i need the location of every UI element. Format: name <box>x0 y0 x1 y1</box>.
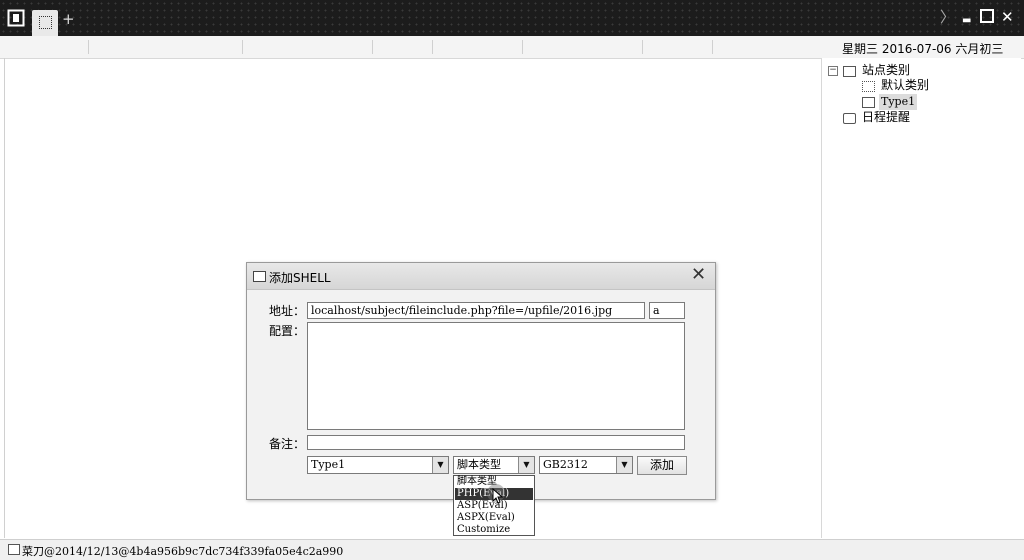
dialog-title-bar[interactable]: 添加SHELL ✕ <box>247 263 715 290</box>
config-textarea[interactable] <box>307 322 685 430</box>
collapse-icon[interactable]: − <box>828 66 838 76</box>
type-icon <box>862 97 875 108</box>
tree-item-default-category[interactable]: 默认类别 <box>881 77 929 93</box>
status-bar: 菜刀@2014/12/13@4b4a956b9c7dc734f339fa05e4… <box>0 539 1024 560</box>
add-shell-dialog: 添加SHELL ✕ 地址： localhost/subject/fileincl… <box>246 262 716 500</box>
tree-item-type1[interactable]: Type1 <box>879 94 918 110</box>
add-button[interactable]: 添加 <box>637 456 687 475</box>
header-divider <box>642 40 643 54</box>
title-bar: + 〉 ▬ ✕ <box>0 0 1024 36</box>
password-input[interactable]: a <box>649 302 685 319</box>
tab-icon <box>39 16 52 29</box>
header-divider <box>88 40 89 54</box>
note-input[interactable] <box>307 435 685 450</box>
config-label: 配置： <box>269 324 306 338</box>
script-type-select-value: 脚本类型 <box>457 458 501 471</box>
header-divider <box>242 40 243 54</box>
maximize-icon[interactable] <box>980 9 994 26</box>
chevron-down-icon[interactable]: ▼ <box>518 457 534 473</box>
address-label: 地址： <box>269 304 306 318</box>
date-display: 星期三 2016-07-06 六月初三 <box>842 42 1004 56</box>
category-select[interactable]: Type1 ▼ <box>307 456 449 474</box>
category-select-value: Type1 <box>311 458 346 471</box>
dialog-icon <box>253 271 266 282</box>
default-category-icon <box>862 81 875 92</box>
header-divider <box>522 40 523 54</box>
note-label: 备注： <box>269 437 306 451</box>
encoding-select-value: GB2312 <box>543 458 588 471</box>
header-divider <box>432 40 433 54</box>
dialog-close-icon[interactable]: ✕ <box>691 266 706 284</box>
script-type-select[interactable]: 脚本类型 ▼ <box>453 456 535 474</box>
folder-icon <box>843 66 856 77</box>
dropdown-option-aspx-eval[interactable]: ASPX(Eval) <box>455 512 533 524</box>
close-icon[interactable]: ✕ <box>1001 9 1014 25</box>
header-divider <box>372 40 373 54</box>
add-tab-icon[interactable]: + <box>62 12 75 27</box>
encoding-select[interactable]: GB2312 ▼ <box>539 456 633 474</box>
header-divider <box>712 40 713 54</box>
minimize-icon[interactable]: ▬ <box>962 13 971 29</box>
status-text: 菜刀@2014/12/13@4b4a956b9c7dc734f339fa05e4… <box>22 545 344 558</box>
tree-item-site-category[interactable]: 站点类别 <box>862 62 910 78</box>
status-icon <box>8 544 20 555</box>
mouse-pointer-icon <box>492 488 504 504</box>
tree-item-schedule[interactable]: 日程提醒 <box>862 109 910 125</box>
category-sidebar <box>821 58 1021 538</box>
chevron-right-icon[interactable]: 〉 <box>940 9 955 25</box>
chevron-down-icon[interactable]: ▼ <box>616 457 632 473</box>
dropdown-option-customize[interactable]: Customize <box>455 524 533 536</box>
tab-main[interactable] <box>32 10 58 36</box>
panel-toggle-icon[interactable] <box>7 9 25 27</box>
schedule-icon <box>843 113 856 124</box>
chevron-down-icon[interactable]: ▼ <box>432 457 448 473</box>
address-input[interactable]: localhost/subject/fileinclude.php?file=/… <box>307 302 645 319</box>
dialog-title: 添加SHELL <box>269 271 331 285</box>
